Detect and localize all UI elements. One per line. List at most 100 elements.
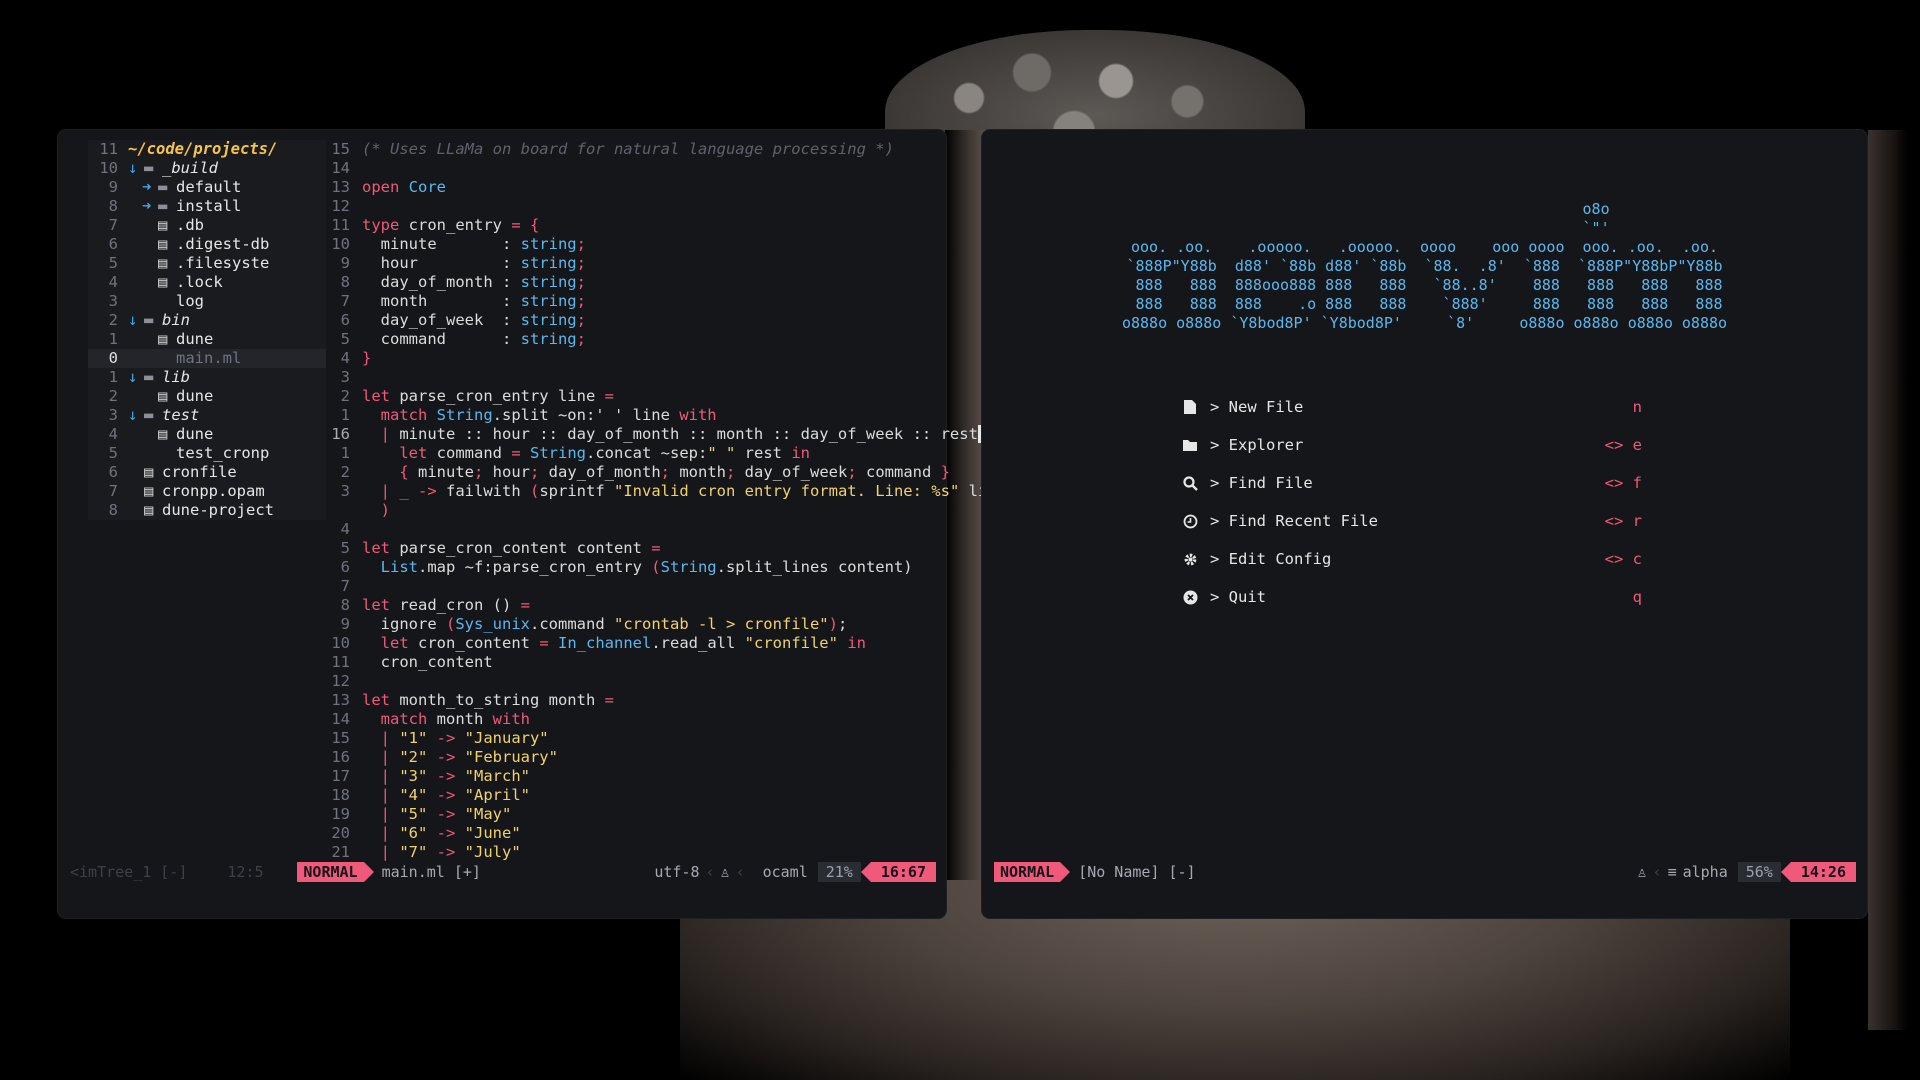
code-line[interactable]: 16 | "2" -> "February" [318, 748, 946, 767]
tree-row[interactable]: 2 ▤ dune [88, 387, 326, 406]
menu-item-edit-config[interactable]: > Edit Config <> c [1182, 540, 1642, 578]
tree-row[interactable]: 1 ▤ dune [88, 330, 326, 349]
code-text: | "7" -> "July" [362, 843, 521, 862]
menu-item-explorer[interactable]: > Explorer <> e [1182, 426, 1642, 464]
menu-item-shortcut: n [1632, 398, 1642, 416]
tree-row[interactable]: 8 ▤ dune-project [88, 501, 326, 520]
code-line[interactable]: 13 let month_to_string month = [318, 691, 946, 710]
code-line[interactable]: 14 [318, 159, 946, 178]
code-line[interactable]: 9 ignore (Sys_unix.command "crontab -l >… [318, 615, 946, 634]
code-line[interactable]: 4} [318, 349, 946, 368]
code-token: ; [576, 292, 586, 310]
code-line[interactable]: 6 List.map ~f:parse_cron_entry (String.s… [318, 558, 946, 577]
code-line[interactable]: 11 type cron_entry = { [318, 216, 946, 235]
menu-item-quit[interactable]: > Quit q [1182, 578, 1642, 616]
code-token: -> [427, 767, 465, 785]
line-number: 17 [331, 767, 350, 785]
menu-item-find-recent-file[interactable]: > Find Recent File <> r [1182, 502, 1642, 540]
editor-window[interactable]: 11 ~/code/projects/10 ↓ ▬ _build 9 ➜ ▬ default 8 ➜… [58, 130, 1006, 918]
expand-arrow-icon[interactable]: ➜ [142, 178, 158, 197]
tree-row[interactable]: 11 ~/code/projects/ [88, 140, 326, 159]
tree-row[interactable]: 5 ▤ .filesyste [88, 254, 326, 273]
code-token: with [492, 710, 530, 728]
expand-arrow-icon[interactable]: ↓ [128, 368, 144, 387]
tree-row[interactable]: 8 ➜ ▬ install [88, 197, 326, 216]
statue-shoulder-image [1868, 130, 1908, 1030]
code-line[interactable]: 17 | "3" -> "March" [318, 767, 946, 786]
code-line[interactable]: 15 (* Uses LLaMa on board for natural lan… [318, 140, 946, 159]
code-line[interactable]: 10 minute : string; [318, 235, 946, 254]
tree-row[interactable]: 3 log [88, 292, 326, 311]
code-line[interactable]: 8 day_of_month : string; [318, 273, 946, 292]
tree-row[interactable]: 0 main.ml [88, 349, 326, 368]
menu-item-new-file[interactable]: > New File n [1182, 388, 1642, 426]
code-line[interactable]: 20 | "6" -> "June" [318, 824, 946, 843]
dashboard-menu[interactable]: > New File n > Explorer <> e > Find File <> f… [1182, 388, 1642, 616]
code-line[interactable]: 7 month : string; [318, 292, 946, 311]
code-line[interactable]: 5 let parse_cron_content content = [318, 539, 946, 558]
code-line[interactable]: 2 { minute; hour; day_of_month; month; d… [318, 463, 950, 482]
code-text: day_of_week : string; [362, 311, 586, 330]
tree-row[interactable]: 4 ▤ .lock [88, 273, 326, 292]
code-line[interactable]: 18 | "4" -> "April" [318, 786, 946, 805]
code-token: ; [837, 615, 848, 633]
ascii-logo-line: 888 888 888 .o 888 888 `888' 888 888 888… [1126, 295, 1723, 313]
code-line[interactable]: 11 cron_content [318, 653, 946, 672]
line-number: 16 [331, 748, 350, 766]
code-line[interactable]: 2 let parse_cron_entry line = [318, 387, 946, 406]
line-number: 18 [331, 786, 350, 804]
file-icon: ▤ [158, 330, 168, 348]
tree-row[interactable]: 7 ▤ .db [88, 216, 326, 235]
line-number: 21 [331, 843, 350, 861]
menu-item-label: > Find File [1210, 474, 1313, 492]
tree-row[interactable]: 10 ↓ ▬ _build [88, 159, 326, 178]
code-line[interactable]: 12 [318, 197, 946, 216]
tree-row[interactable]: 2 ↓ ▬ bin [88, 311, 326, 330]
file-icon: ▤ [158, 273, 168, 291]
tree-row[interactable]: 7 ▤ cronpp.opam [88, 482, 326, 501]
code-line[interactable]: 6 day_of_week : string; [318, 311, 946, 330]
tree-row[interactable]: 9 ➜ ▬ default [88, 178, 326, 197]
tree-row[interactable]: 6 ▤ cronfile [88, 463, 326, 482]
code-line[interactable]: 1 match String.split ~on:' ' line with [318, 406, 946, 425]
code-line[interactable]: 13 open Core [318, 178, 946, 197]
tree-row[interactable]: 1 ↓ ▬ lib [88, 368, 326, 387]
tree-row[interactable]: 4 ▤ dune [88, 425, 326, 444]
code-token: ( [446, 615, 456, 633]
expand-arrow-icon[interactable]: ↓ [128, 406, 144, 425]
expand-arrow-icon[interactable]: ↓ [128, 311, 144, 330]
tree-row[interactable]: 5 test_cronp [88, 444, 326, 463]
code-line[interactable]: 16 | minute :: hour :: day_of_month :: m… [318, 425, 1006, 444]
code-line[interactable]: 12 [318, 672, 946, 691]
menu-item-find-file[interactable]: > Find File <> f [1182, 464, 1642, 502]
code-line[interactable]: 9 hour : string; [318, 254, 946, 273]
code-line[interactable]: 14 match month with [318, 710, 946, 729]
code-line[interactable]: 15 | "1" -> "January" [318, 729, 946, 748]
code-token: month_to_string month [390, 691, 605, 709]
code-line[interactable]: 5 command : string; [318, 330, 946, 349]
line-number: 9 [340, 615, 350, 633]
code-line[interactable]: 1 let command = String.concat ~sep:" " r… [318, 444, 946, 463]
dashboard-window[interactable]: o8o `"' ooo. .oo. .ooooo. .ooooo. oooo oo… [982, 130, 1867, 918]
file-tree[interactable]: 11 ~/code/projects/10 ↓ ▬ _build 9 ➜ ▬ default 8 ➜… [88, 140, 326, 520]
expand-arrow-icon[interactable]: ➜ [142, 197, 158, 216]
code-line[interactable]: 10 let cron_content = In_channel.read_al… [318, 634, 946, 653]
ascii-logo-line: o888o o888o `Y8bod8P' `Y8bod8P' `8' o888… [1121, 314, 1728, 332]
code-token: .split ~on:' ' line [492, 406, 680, 424]
code-editor[interactable]: 15 (* Uses LLaMa on board for natural lan… [318, 140, 1006, 862]
code-line[interactable]: 7 [318, 577, 946, 596]
code-text: { minute; hour; day_of_month; month; day… [362, 463, 950, 482]
code-line[interactable]: 3 | _ -> failwith (sprintf "Invalid cron… [318, 482, 1006, 501]
tree-row[interactable]: 3 ↓ ▬ test [88, 406, 326, 425]
code-line[interactable]: 4 [318, 520, 946, 539]
tree-row[interactable]: 6 ▤ .digest-db [88, 235, 326, 254]
code-line[interactable]: 19 | "5" -> "May" [318, 805, 946, 824]
code-line[interactable]: ) [318, 501, 946, 520]
expand-arrow-icon[interactable]: ↓ [128, 159, 144, 178]
code-line[interactable]: 3 [318, 368, 946, 387]
code-text: } [362, 349, 371, 368]
code-line[interactable]: 21 | "7" -> "July" [318, 843, 946, 862]
code-token: = [539, 634, 549, 652]
code-line[interactable]: 8 let read_cron () = [318, 596, 946, 615]
